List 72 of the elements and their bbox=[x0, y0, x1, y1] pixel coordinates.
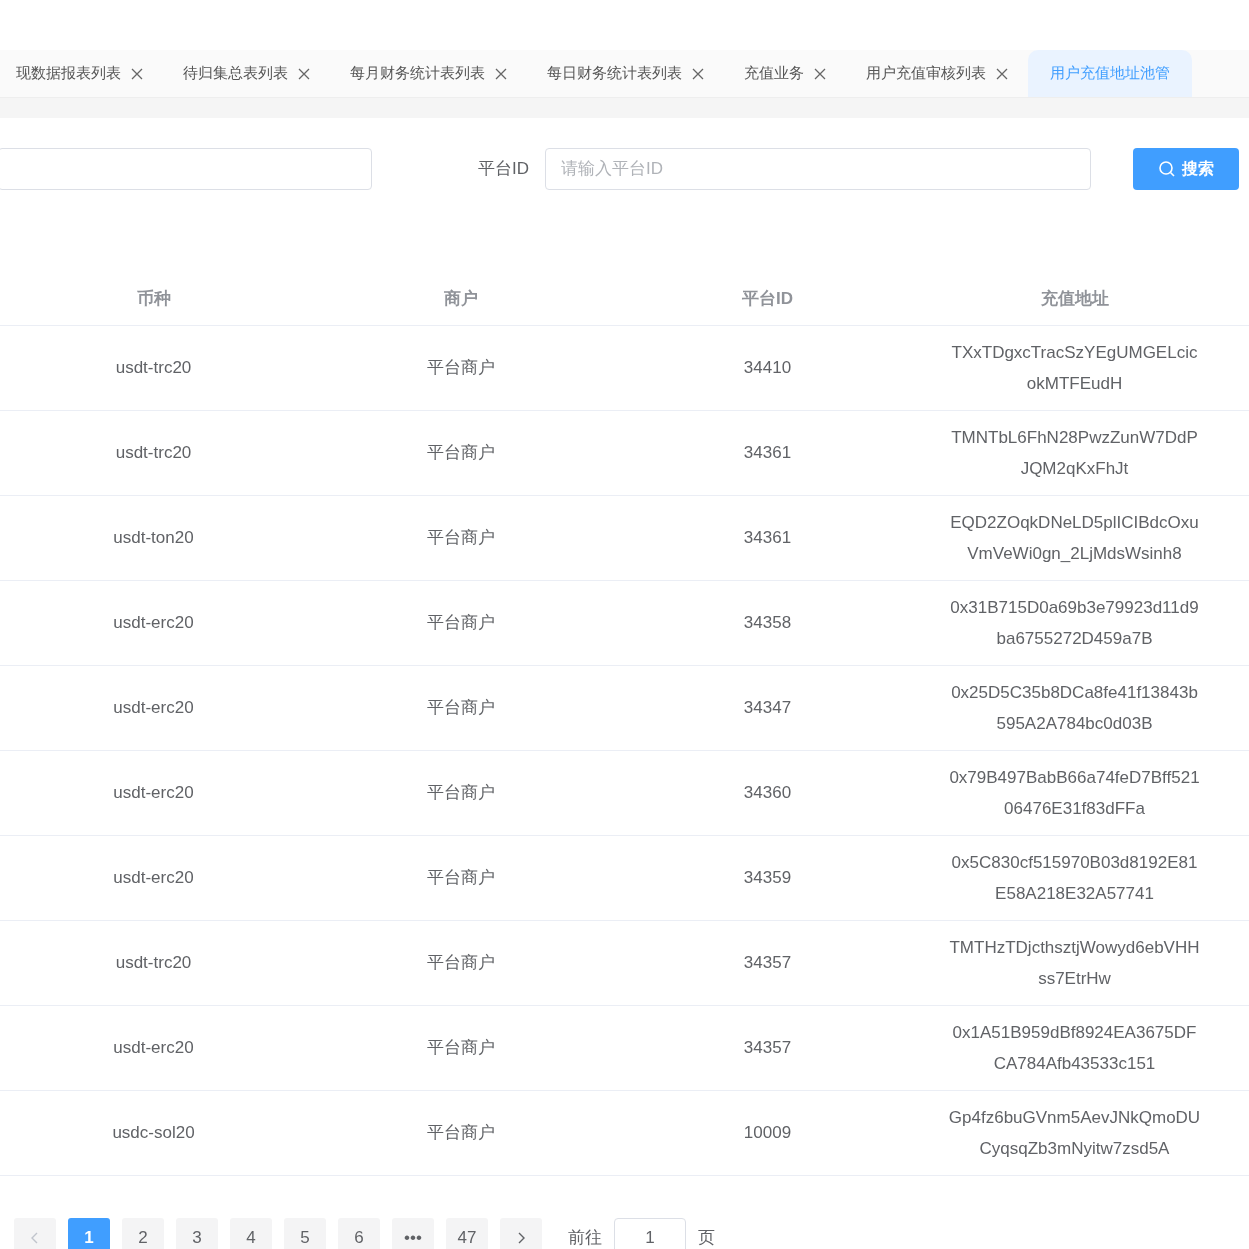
tab[interactable]: 每日财务统计表列表 bbox=[527, 50, 724, 97]
search-icon bbox=[1158, 160, 1176, 178]
table-cell-text: 平台商户 bbox=[426, 952, 495, 975]
tab[interactable]: 充值业务 bbox=[724, 50, 846, 97]
table-cell-text: 34357 bbox=[743, 952, 792, 975]
table-cell-text: 0x31B715D0a69b3e79923d11d9ba6755272D459a7B bbox=[949, 597, 1200, 650]
close-icon[interactable] bbox=[131, 67, 143, 80]
table-cell-text: 34410 bbox=[743, 357, 792, 380]
page-number-field[interactable]: 1 bbox=[614, 1218, 686, 1249]
page-button[interactable]: 47 bbox=[446, 1218, 488, 1249]
table-cell-text: 平台商户 bbox=[426, 782, 495, 805]
page-button[interactable]: ••• bbox=[392, 1218, 434, 1249]
close-icon[interactable] bbox=[692, 67, 704, 80]
table-cell-text: TMTHzTDjcthsztjWowyd6ebVHHss7EtrHw bbox=[948, 937, 1201, 990]
table-cell-text: usdt-erc20 bbox=[113, 697, 194, 720]
table-cell-text: usdt-erc20 bbox=[113, 612, 194, 635]
close-icon[interactable] bbox=[495, 67, 507, 80]
text-field[interactable] bbox=[0, 148, 372, 190]
tab[interactable]: 用户充值审核列表 bbox=[846, 50, 1028, 97]
tab[interactable]: 待归集总表列表 bbox=[163, 50, 330, 97]
table-cell-text: 平台商户 bbox=[426, 612, 495, 635]
table-cell-text: 34347 bbox=[743, 697, 792, 720]
table-cell-text: usdt-erc20 bbox=[113, 782, 194, 805]
column-header: 商户 bbox=[443, 288, 478, 311]
chevron-right-icon bbox=[517, 1232, 525, 1244]
table-cell-text: 34359 bbox=[743, 867, 792, 890]
table-cell-text: 平台商户 bbox=[426, 527, 495, 550]
table-cell-text: 34361 bbox=[743, 527, 792, 550]
column-header: 充值地址 bbox=[1040, 288, 1109, 311]
tab[interactable]: 现数据报表列表 bbox=[0, 50, 163, 97]
chevron-left-icon bbox=[31, 1232, 39, 1244]
page-unit-label: 页 bbox=[698, 1227, 715, 1249]
table-cell-text: 34358 bbox=[743, 612, 792, 635]
column-header: 平台ID bbox=[742, 288, 793, 311]
table-cell-text: 平台商户 bbox=[426, 442, 495, 465]
goto-label: 前往 bbox=[568, 1227, 602, 1249]
table-cell-text: 平台商户 bbox=[426, 867, 495, 890]
table-cell-text: 0x5C830cf515970B03d8192E81E58A218E32A57741 bbox=[950, 852, 1199, 905]
table-cell-text: TXxTDgxcTracSzYEgUMGELcicokMTFEudH bbox=[950, 342, 1199, 395]
table-cell-text: 平台商户 bbox=[426, 357, 495, 380]
table-cell-text: 平台商户 bbox=[426, 1037, 495, 1060]
platform-id-field[interactable]: 请输入平台ID bbox=[545, 148, 1091, 190]
table-cell-text: usdt-erc20 bbox=[113, 1037, 194, 1060]
table-cell-text: usdt-trc20 bbox=[115, 357, 192, 380]
table-cell-text: 34357 bbox=[743, 1037, 792, 1060]
table-cell-text: TMNTbL6FhN28PwzZunW7DdPJQM2qKxFhJt bbox=[950, 427, 1199, 480]
page-button[interactable]: 5 bbox=[284, 1218, 326, 1249]
table-cell-text: 0x25D5C35b8DCa8fe41f13843b595A2A784bc0d03B bbox=[950, 682, 1199, 735]
table-cell-text: usdt-ton20 bbox=[113, 527, 194, 550]
table-cell-text: 平台商户 bbox=[426, 1122, 495, 1145]
table-cell-text: 0x79B497BabB66a74feD7Bff52106476E31f83dFFa bbox=[948, 767, 1201, 820]
table-cell-text: Gp4fz6buGVnm5AevJNkQmoDUCyqsqZb3mNyitw7zsd5A bbox=[948, 1107, 1201, 1160]
page-button[interactable]: 2 bbox=[122, 1218, 164, 1249]
table-cell-text: 平台商户 bbox=[426, 697, 495, 720]
table-cell-text: usdt-trc20 bbox=[115, 952, 192, 975]
close-icon[interactable] bbox=[298, 67, 310, 80]
table-cell-text: EQD2ZOqkDNeLD5plICIBdcOxuVmVeWi0gn_2LjMdsWsinh8 bbox=[949, 512, 1200, 565]
column-header: 币种 bbox=[136, 288, 171, 311]
field-label: 平台ID bbox=[478, 158, 529, 181]
table-cell-text: usdt-erc20 bbox=[113, 867, 194, 890]
table-cell-text: usdt-trc20 bbox=[115, 442, 192, 465]
table-cell-text: usdc-sol20 bbox=[112, 1122, 195, 1145]
close-icon[interactable] bbox=[814, 67, 826, 80]
table-cell-text: 34360 bbox=[743, 782, 792, 805]
tab[interactable]: 每月财务统计表列表 bbox=[330, 50, 527, 97]
page-button[interactable]: 4 bbox=[230, 1218, 272, 1249]
table-cell-text: 10009 bbox=[743, 1122, 792, 1145]
table-cell-text: 34361 bbox=[743, 442, 792, 465]
table-cell-text: 0x1A51B959dBf8924EA3675DFCA784Afb43533c151 bbox=[951, 1022, 1198, 1075]
page-button[interactable]: 3 bbox=[176, 1218, 218, 1249]
page-button[interactable]: 6 bbox=[338, 1218, 380, 1249]
close-icon[interactable] bbox=[996, 67, 1008, 80]
